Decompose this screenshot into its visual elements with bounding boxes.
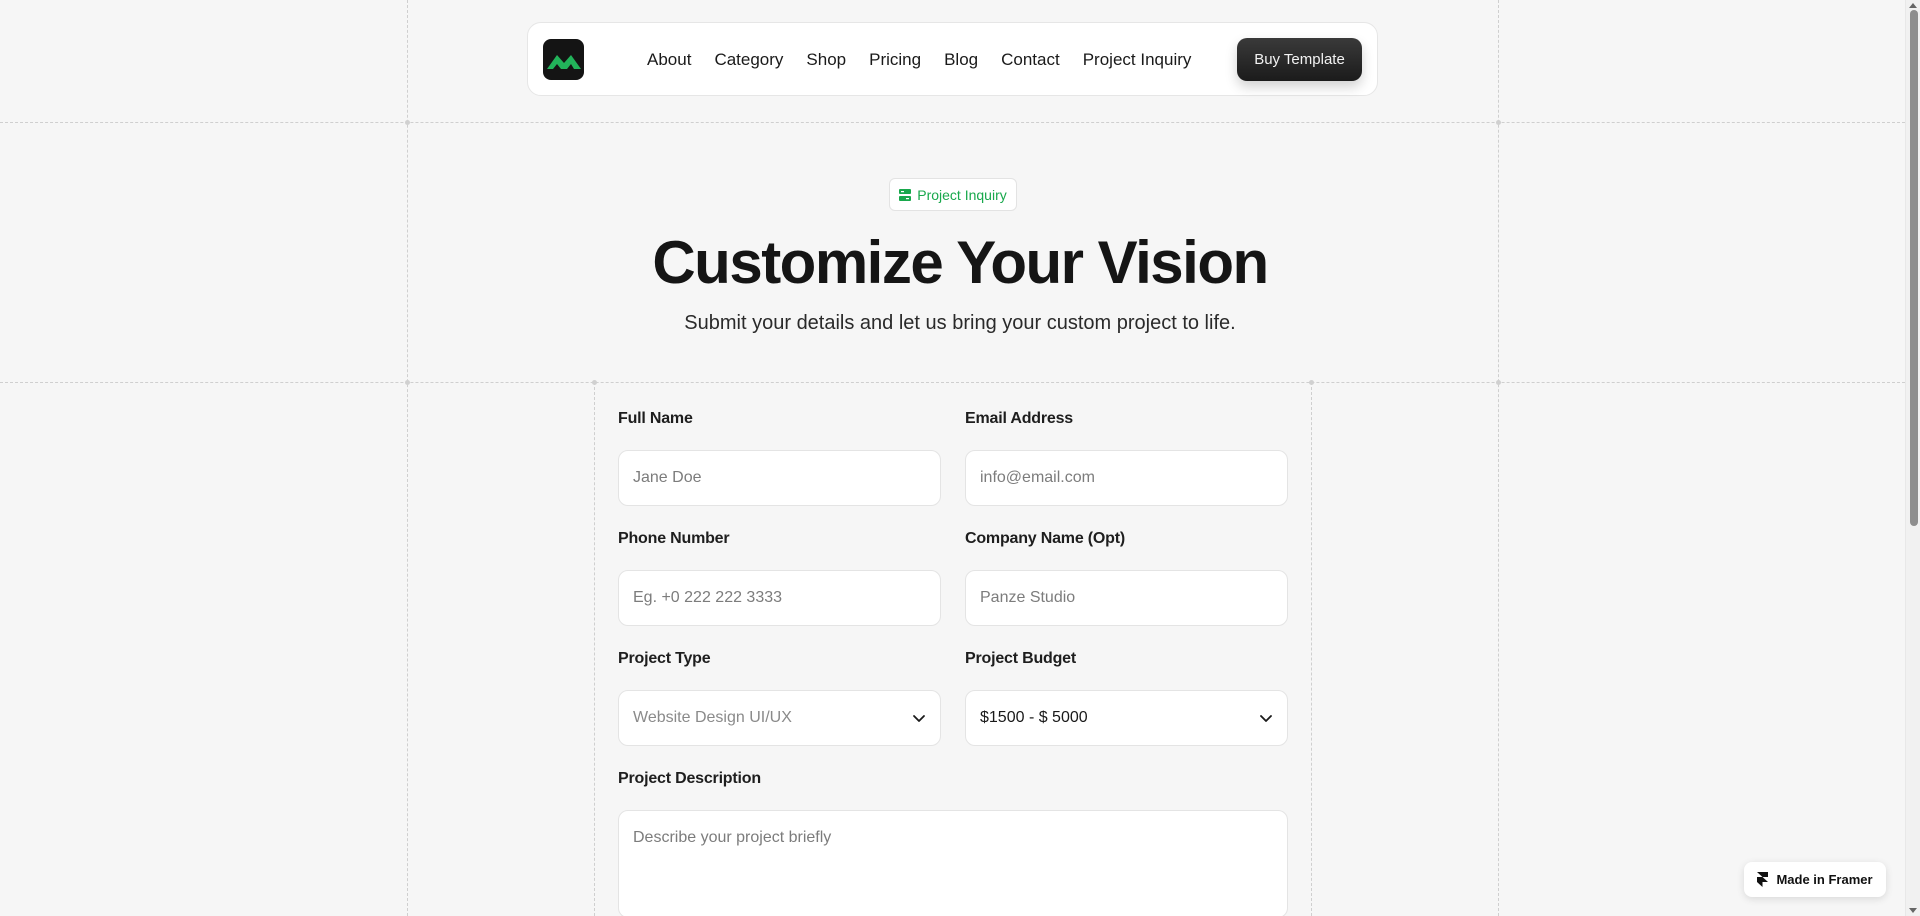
guide-line — [594, 382, 595, 916]
chevron-down-icon — [913, 714, 925, 722]
phone-input[interactable] — [618, 570, 941, 626]
logo[interactable] — [543, 39, 584, 80]
guide-line — [407, 0, 408, 916]
project-type-value: Website Design UI/UX — [633, 709, 792, 726]
navbar: About Category Shop Pricing Blog Contact… — [527, 22, 1378, 96]
nav-links: About Category Shop Pricing Blog Contact… — [647, 23, 1191, 97]
guide-line — [0, 122, 1905, 123]
inquiry-icon — [899, 188, 912, 201]
company-field: Company Name (Opt) — [965, 530, 1288, 626]
company-input[interactable] — [965, 570, 1288, 626]
guide-line — [0, 382, 1905, 383]
project-budget-value: $1500 - $ 5000 — [980, 709, 1088, 726]
section-badge: Project Inquiry — [889, 178, 1017, 211]
made-in-framer-label: Made in Framer — [1776, 872, 1873, 887]
guide-dot — [1496, 380, 1501, 385]
project-type-label: Project Type — [618, 650, 711, 667]
email-field: Email Address — [965, 410, 1288, 506]
project-budget-label: Project Budget — [965, 650, 1076, 667]
scroll-down-arrow-icon[interactable] — [1909, 908, 1917, 913]
phone-field: Phone Number — [618, 530, 941, 626]
section-badge-label: Project Inquiry — [917, 186, 1007, 203]
guide-dot — [405, 120, 410, 125]
phone-label: Phone Number — [618, 530, 730, 547]
scrollbar-thumb[interactable] — [1910, 10, 1918, 526]
page: About Category Shop Pricing Blog Contact… — [0, 0, 1920, 916]
nav-link-about[interactable]: About — [647, 50, 691, 70]
scrollbar[interactable] — [1905, 0, 1920, 916]
description-field: Project Description — [618, 770, 1288, 916]
page-title: Customize Your Vision — [652, 229, 1269, 296]
framer-logo-icon — [1757, 872, 1769, 887]
scroll-up-arrow-icon[interactable] — [1909, 3, 1917, 8]
nav-link-category[interactable]: Category — [714, 50, 783, 70]
full-name-input[interactable] — [618, 450, 941, 506]
guide-dot — [405, 380, 410, 385]
project-budget-field: Project Budget $1500 - $ 5000 — [965, 650, 1288, 746]
email-label: Email Address — [965, 410, 1073, 427]
page-subtitle: Submit your details and let us bring you… — [684, 312, 1236, 334]
full-name-field: Full Name — [618, 410, 941, 506]
guide-line — [1498, 0, 1499, 916]
nav-link-contact[interactable]: Contact — [1001, 50, 1060, 70]
email-input[interactable] — [965, 450, 1288, 506]
nav-link-project-inquiry[interactable]: Project Inquiry — [1083, 50, 1192, 70]
buy-template-button[interactable]: Buy Template — [1237, 38, 1362, 81]
project-budget-select[interactable]: $1500 - $ 5000 — [965, 690, 1288, 746]
nav-link-shop[interactable]: Shop — [806, 50, 846, 70]
guide-dot — [1309, 380, 1314, 385]
guide-dot — [592, 380, 597, 385]
nav-link-pricing[interactable]: Pricing — [869, 50, 921, 70]
guide-line — [1311, 382, 1312, 916]
guide-dot — [1496, 120, 1501, 125]
mountain-logo-icon — [546, 54, 581, 69]
full-name-label: Full Name — [618, 410, 693, 427]
project-type-field: Project Type Website Design UI/UX — [618, 650, 941, 746]
description-label: Project Description — [618, 770, 761, 787]
project-type-select[interactable]: Website Design UI/UX — [618, 690, 941, 746]
nav-link-blog[interactable]: Blog — [944, 50, 978, 70]
company-label: Company Name (Opt) — [965, 530, 1125, 547]
description-textarea[interactable] — [618, 810, 1288, 916]
chevron-down-icon — [1260, 714, 1272, 722]
made-in-framer-badge[interactable]: Made in Framer — [1744, 862, 1886, 897]
